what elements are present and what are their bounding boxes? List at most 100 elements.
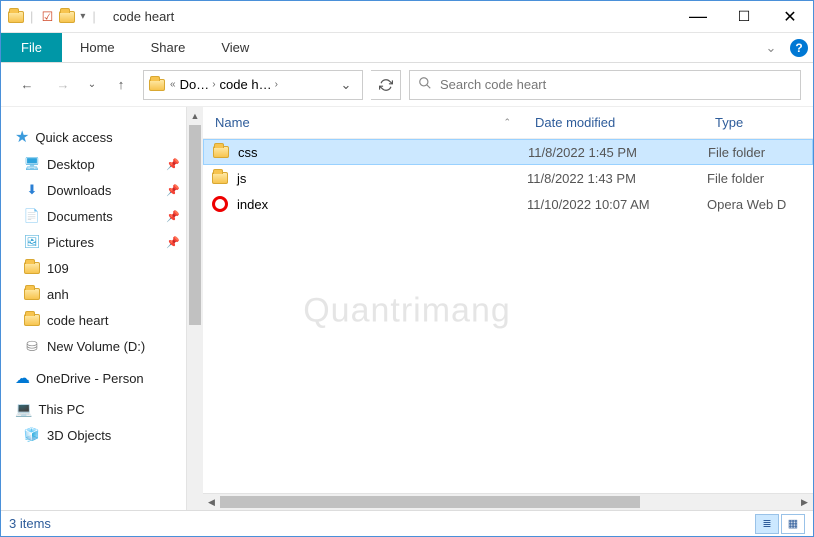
tab-view[interactable]: View bbox=[203, 33, 267, 62]
sidebar-quick-access[interactable]: ★ Quick access bbox=[1, 123, 186, 151]
sidebar-onedrive[interactable]: ☁ OneDrive - Person bbox=[1, 365, 186, 391]
file-list-pane: Name⌃ Date modified Type css 11/8/2022 1… bbox=[203, 107, 813, 510]
app-icon bbox=[7, 8, 25, 26]
divider: | bbox=[27, 9, 36, 24]
sidebar-this-pc[interactable]: 💻 This PC bbox=[1, 397, 186, 422]
sidebar-item-label: Pictures bbox=[47, 235, 94, 250]
forward-button[interactable]: → bbox=[49, 71, 77, 99]
tab-home[interactable]: Home bbox=[62, 33, 133, 62]
folder-icon bbox=[23, 311, 41, 329]
back-button[interactable]: ← bbox=[13, 71, 41, 99]
sidebar-item-folder[interactable]: 109 bbox=[1, 255, 186, 281]
folder-qat-icon[interactable] bbox=[58, 8, 76, 26]
sidebar-item-label: Downloads bbox=[47, 183, 111, 198]
navigation-pane[interactable]: ★ Quick access 🖥Desktop📌 ⬇Downloads📌 📄Do… bbox=[1, 107, 186, 510]
sidebar-item-downloads[interactable]: ⬇Downloads📌 bbox=[1, 177, 186, 203]
file-type: Opera Web D bbox=[703, 197, 813, 212]
file-type: File folder bbox=[704, 145, 812, 160]
folder-icon bbox=[212, 143, 230, 161]
title-bar: | ☑ ▾ | code heart — ☐ ✕ bbox=[1, 1, 813, 33]
tab-share[interactable]: Share bbox=[133, 33, 204, 62]
sidebar-item-desktop[interactable]: 🖥 Desktop 📌 bbox=[1, 151, 186, 177]
column-name[interactable]: Name⌃ bbox=[203, 115, 523, 130]
refresh-button[interactable] bbox=[371, 70, 401, 100]
thumbnails-view-button[interactable]: ▦ bbox=[781, 514, 805, 534]
sidebar-item-label: 109 bbox=[47, 261, 69, 276]
breadcrumb-segment[interactable]: Do…› bbox=[180, 77, 216, 92]
horizontal-scrollbar[interactable]: ◀ ▶ bbox=[203, 493, 813, 510]
sidebar-item-label: anh bbox=[47, 287, 69, 302]
drive-icon: ⛁ bbox=[23, 337, 41, 355]
address-bar-row: ← → ⌄ ↑ « Do…› code h…› ⌄ Search code he… bbox=[1, 63, 813, 107]
scroll-left-icon[interactable]: ◀ bbox=[203, 497, 220, 508]
breadcrumb-segment[interactable]: code h…› bbox=[220, 77, 278, 92]
desktop-icon: 🖥 bbox=[23, 155, 41, 173]
column-date[interactable]: Date modified bbox=[523, 115, 703, 130]
scroll-up-icon[interactable]: ▲ bbox=[187, 107, 203, 124]
sidebar-item-label: Desktop bbox=[47, 157, 95, 172]
file-row[interactable]: css 11/8/2022 1:45 PM File folder bbox=[203, 139, 813, 165]
pin-icon: 📌 bbox=[166, 236, 180, 249]
window-title: code heart bbox=[113, 9, 174, 24]
maximize-button[interactable]: ☐ bbox=[721, 1, 767, 33]
chevron-right-icon[interactable]: « bbox=[170, 79, 176, 90]
help-button[interactable]: ? bbox=[785, 33, 813, 62]
close-button[interactable]: ✕ bbox=[767, 1, 813, 33]
main-area: ★ Quick access 🖥Desktop📌 ⬇Downloads📌 📄Do… bbox=[1, 107, 813, 510]
file-type: File folder bbox=[703, 171, 813, 186]
star-icon: ★ bbox=[15, 127, 29, 147]
file-row[interactable]: index 11/10/2022 10:07 AM Opera Web D bbox=[203, 191, 813, 217]
ribbon-expand-icon[interactable]: ⌄ bbox=[757, 33, 785, 62]
scrollbar-thumb[interactable] bbox=[189, 125, 201, 325]
properties-icon[interactable]: ☑ bbox=[38, 8, 56, 26]
divider: | bbox=[89, 9, 98, 24]
minimize-button[interactable]: — bbox=[675, 1, 721, 33]
sidebar-item-documents[interactable]: 📄Documents📌 bbox=[1, 203, 186, 229]
quick-access-toolbar: | ☑ ▾ | bbox=[1, 8, 105, 26]
sidebar-item-label: 3D Objects bbox=[47, 428, 111, 443]
sidebar-label: This PC bbox=[38, 402, 84, 417]
search-input[interactable]: Search code heart bbox=[409, 70, 801, 100]
sidebar-item-folder[interactable]: anh bbox=[1, 281, 186, 307]
file-row[interactable]: js 11/8/2022 1:43 PM File folder bbox=[203, 165, 813, 191]
file-name: js bbox=[237, 171, 246, 186]
sidebar-item-label: New Volume (D:) bbox=[47, 339, 145, 354]
recent-dropdown-icon[interactable]: ⌄ bbox=[85, 71, 99, 99]
file-tab[interactable]: File bbox=[1, 33, 62, 62]
sidebar-item-label: Documents bbox=[47, 209, 113, 224]
sidebar-label: OneDrive - Person bbox=[36, 371, 144, 386]
column-headers: Name⌃ Date modified Type bbox=[203, 107, 813, 139]
qat-dropdown-icon[interactable]: ▾ bbox=[78, 11, 87, 22]
sidebar-item-pictures[interactable]: 🖼Pictures📌 bbox=[1, 229, 186, 255]
scrollbar-thumb[interactable] bbox=[220, 496, 640, 508]
ribbon-tabs: File Home Share View ⌄ ? bbox=[1, 33, 813, 63]
folder-icon bbox=[211, 169, 229, 187]
file-name: css bbox=[238, 145, 258, 160]
file-date: 11/10/2022 10:07 AM bbox=[523, 197, 703, 212]
pin-icon: 📌 bbox=[166, 158, 180, 171]
sidebar-scrollbar[interactable]: ▲ bbox=[186, 107, 203, 510]
documents-icon: 📄 bbox=[23, 207, 41, 225]
sidebar-item-3dobjects[interactable]: 🧊3D Objects bbox=[1, 422, 186, 448]
column-type[interactable]: Type bbox=[703, 115, 813, 130]
cloud-icon: ☁ bbox=[15, 369, 30, 387]
file-date: 11/8/2022 1:43 PM bbox=[523, 171, 703, 186]
sidebar-item-drive[interactable]: ⛁ New Volume (D:) bbox=[1, 333, 186, 359]
sidebar-label: Quick access bbox=[35, 130, 112, 145]
details-view-button[interactable]: ≣ bbox=[755, 514, 779, 534]
breadcrumb-bar[interactable]: « Do…› code h…› ⌄ bbox=[143, 70, 363, 100]
sidebar-item-folder[interactable]: code heart bbox=[1, 307, 186, 333]
search-icon bbox=[418, 76, 432, 93]
breadcrumb-dropdown-icon[interactable]: ⌄ bbox=[334, 77, 358, 93]
sidebar-item-label: code heart bbox=[47, 313, 108, 328]
scroll-right-icon[interactable]: ▶ bbox=[796, 497, 813, 508]
status-bar: 3 items ≣ ▦ bbox=[1, 510, 813, 536]
folder-icon bbox=[23, 259, 41, 277]
pin-icon: 📌 bbox=[166, 184, 180, 197]
search-placeholder: Search code heart bbox=[440, 77, 546, 92]
up-button[interactable]: ↑ bbox=[107, 71, 135, 99]
folder-icon bbox=[23, 285, 41, 303]
folder-icon bbox=[148, 76, 166, 94]
pc-icon: 💻 bbox=[15, 401, 32, 418]
item-count: 3 items bbox=[9, 516, 51, 531]
